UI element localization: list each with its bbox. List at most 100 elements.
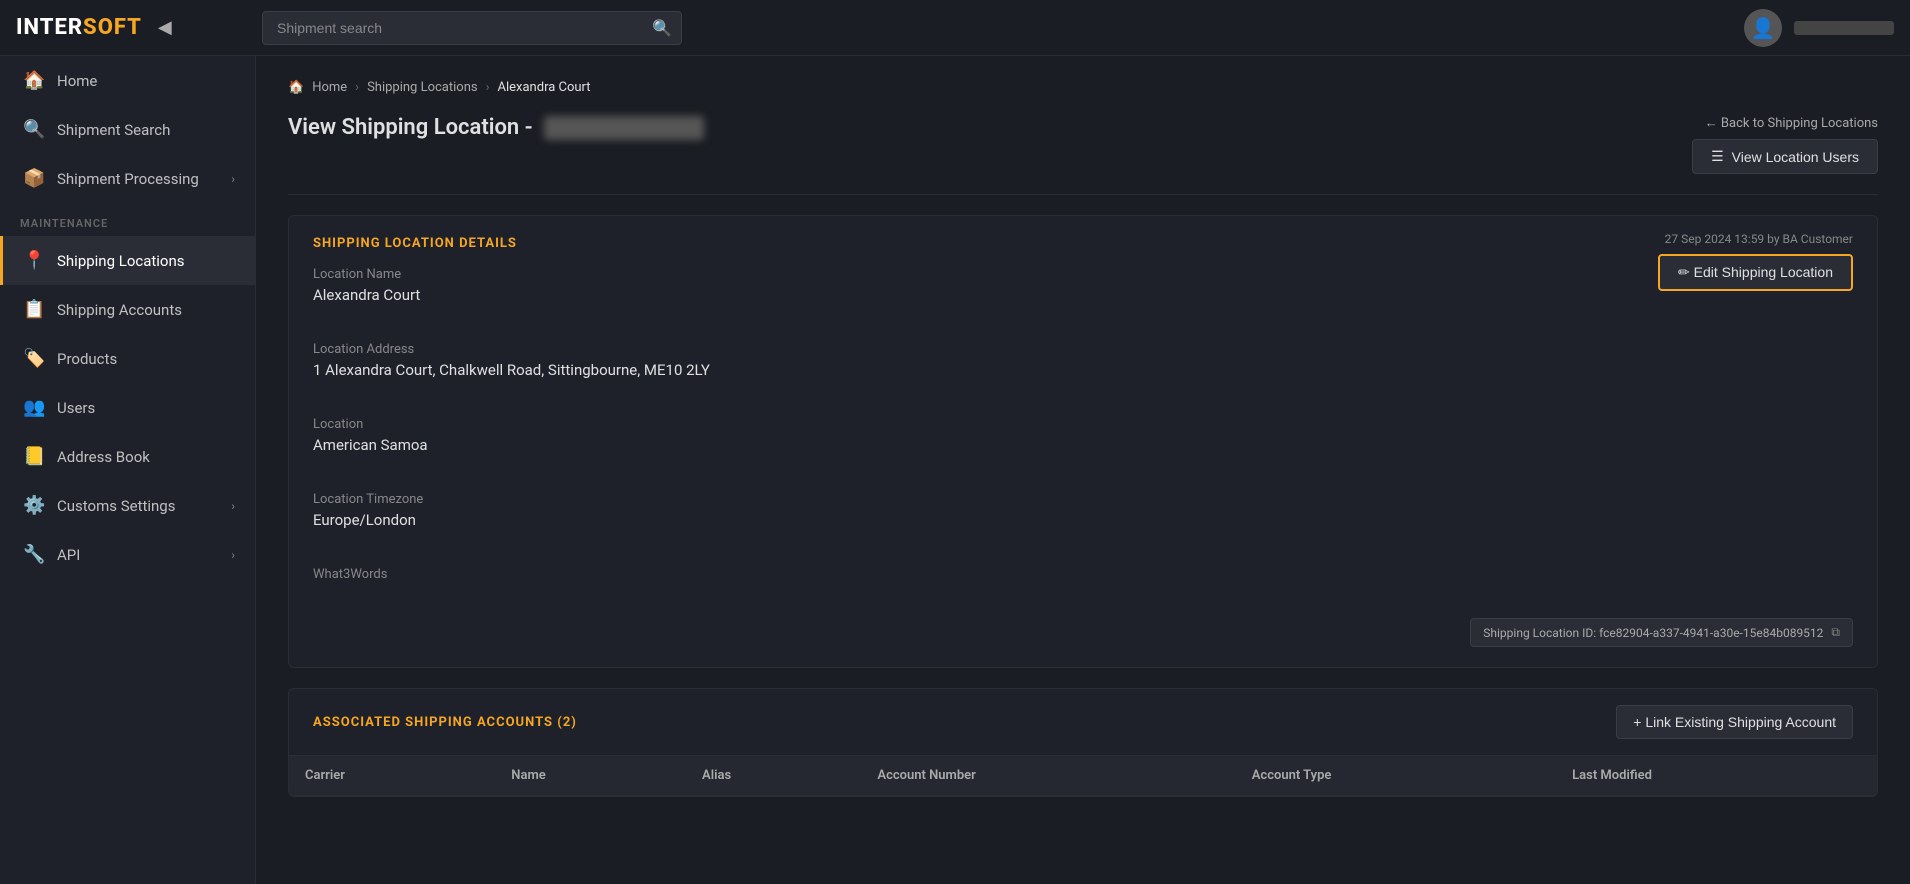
users-icon: 👥 xyxy=(23,397,45,418)
page-title: View Shipping Location - xyxy=(288,115,704,140)
associated-accounts-title: ASSOCIATED SHIPPING ACCOUNTS (2) xyxy=(313,715,577,730)
field-value: Alexandra Court xyxy=(313,286,1853,304)
back-to-shipping-locations-link[interactable]: ← Back to Shipping Locations xyxy=(1705,115,1878,131)
col-account-type: Account Type xyxy=(1236,756,1556,796)
field-location-timezone: Location Timezone Europe/London xyxy=(313,492,1853,529)
search-bar: 🔍 xyxy=(262,11,682,45)
breadcrumb-home-link[interactable]: Home xyxy=(312,80,347,95)
sidebar-item-label: Shipment Processing xyxy=(57,170,199,188)
sidebar-item-api[interactable]: 🔧 API › xyxy=(0,530,255,579)
section-title: SHIPPING LOCATION DETAILS xyxy=(313,236,1853,251)
section-header: ASSOCIATED SHIPPING ACCOUNTS (2) + Link … xyxy=(289,689,1877,756)
accounts-table-wrap: Carrier Name Alias Account Number Accoun… xyxy=(289,756,1877,796)
api-icon: 🔧 xyxy=(23,544,45,565)
breadcrumb-current: Alexandra Court xyxy=(498,80,591,95)
field-location-address: Location Address 1 Alexandra Court, Chal… xyxy=(313,342,1853,379)
chevron-icon: › xyxy=(231,172,235,186)
chevron-icon: › xyxy=(231,548,235,562)
settings-icon: ⚙️ xyxy=(23,495,45,516)
page-header: View Shipping Location - ← Back to Shipp… xyxy=(288,115,1878,174)
field-value: 1 Alexandra Court, Chalkwell Road, Sitti… xyxy=(313,361,1853,379)
field-value: Europe/London xyxy=(313,511,1853,529)
topnav: INTERSOFT ◀ 🔍 👤 xyxy=(0,0,1910,56)
table-header: Carrier Name Alias Account Number Accoun… xyxy=(289,756,1877,796)
field-label: Location Timezone xyxy=(313,492,1853,507)
breadcrumb-shipping-locations-link[interactable]: Shipping Locations xyxy=(367,80,478,95)
sidebar-item-products[interactable]: 🏷️ Products xyxy=(0,334,255,383)
field-location-name: Location Name Alexandra Court xyxy=(313,267,1853,304)
sidebar-item-label: Shipping Locations xyxy=(57,252,185,270)
field-value: American Samoa xyxy=(313,436,1853,454)
logo-text: INTERSOFT xyxy=(16,15,142,40)
chevron-icon: › xyxy=(231,499,235,513)
sidebar-item-users[interactable]: 👥 Users xyxy=(0,383,255,432)
sidebar-item-shipping-accounts[interactable]: 📋 Shipping Accounts xyxy=(0,285,255,334)
breadcrumb: 🏠 Home › Shipping Locations › Alexandra … xyxy=(288,80,1878,95)
field-label: Location Address xyxy=(313,342,1853,357)
logo-inter: INTER xyxy=(16,15,83,40)
breadcrumb-home-icon: 🏠 xyxy=(288,80,304,95)
page-title-redacted xyxy=(544,116,704,140)
copy-id-button[interactable]: ⧉ xyxy=(1831,625,1840,640)
sidebar-item-shipping-locations[interactable]: 📍 Shipping Locations xyxy=(0,236,255,285)
sidebar-item-label: Home xyxy=(57,72,97,90)
main-content: 🏠 Home › Shipping Locations › Alexandra … xyxy=(256,56,1910,884)
sidebar-item-label: Shipment Search xyxy=(57,121,170,139)
timestamp: 27 Sep 2024 13:59 by BA Customer xyxy=(1665,232,1853,246)
section-content-wrap: SHIPPING LOCATION DETAILS 27 Sep 2024 13… xyxy=(289,216,1877,667)
field-label: What3Words xyxy=(313,567,1853,582)
breadcrumb-sep-2: › xyxy=(486,80,490,95)
logo-soft: SOFT xyxy=(83,15,142,40)
sidebar-item-label: Shipping Accounts xyxy=(57,301,182,319)
logo: INTERSOFT ◀ xyxy=(16,15,226,40)
sidebar-item-shipment-processing[interactable]: 📦 Shipment Processing › xyxy=(0,154,255,203)
collapse-sidebar-button[interactable]: ◀ xyxy=(158,17,172,38)
page-header-right: ← Back to Shipping Locations ☰ View Loca… xyxy=(1692,115,1878,174)
divider xyxy=(288,194,1878,195)
edit-shipping-location-button[interactable]: ✏ Edit Shipping Location xyxy=(1658,254,1853,291)
sidebar: 🏠 Home 🔍 Shipment Search 📦 Shipment Proc… xyxy=(0,56,256,884)
search-icon: 🔍 xyxy=(652,18,672,37)
location-id-text: Shipping Location ID: fce82904-a337-4941… xyxy=(1483,626,1823,640)
col-account-number: Account Number xyxy=(861,756,1235,796)
field-label: Location Name xyxy=(313,267,1853,282)
maintenance-section-label: MAINTENANCE xyxy=(0,203,255,236)
link-existing-shipping-account-button[interactable]: + Link Existing Shipping Account xyxy=(1616,705,1853,739)
accounts-icon: 📋 xyxy=(23,299,45,320)
avatar[interactable]: 👤 xyxy=(1744,9,1782,47)
view-location-users-button[interactable]: ☰ View Location Users xyxy=(1692,139,1878,174)
col-name: Name xyxy=(495,756,686,796)
accounts-table: Carrier Name Alias Account Number Accoun… xyxy=(289,756,1877,796)
topnav-right: 👤 xyxy=(1744,9,1894,47)
processing-icon: 📦 xyxy=(23,168,45,189)
location-icon: 📍 xyxy=(23,250,45,271)
sidebar-item-label: Address Book xyxy=(57,448,150,466)
sidebar-item-address-book[interactable]: 📒 Address Book xyxy=(0,432,255,481)
location-id-badge: Shipping Location ID: fce82904-a337-4941… xyxy=(1470,618,1853,647)
col-alias: Alias xyxy=(686,756,861,796)
sidebar-item-label: Users xyxy=(57,399,95,417)
field-location: Location American Samoa xyxy=(313,417,1853,454)
col-carrier: Carrier xyxy=(289,756,495,796)
page-header-left: View Shipping Location - xyxy=(288,115,704,140)
sidebar-item-label: API xyxy=(57,546,80,564)
col-last-modified: Last Modified xyxy=(1556,756,1877,796)
field-what3words: What3Words xyxy=(313,567,1853,586)
associated-shipping-accounts-card: ASSOCIATED SHIPPING ACCOUNTS (2) + Link … xyxy=(288,688,1878,797)
sidebar-item-shipment-search[interactable]: 🔍 Shipment Search xyxy=(0,105,255,154)
search-icon: 🔍 xyxy=(23,119,45,140)
shipping-location-details-card: SHIPPING LOCATION DETAILS 27 Sep 2024 13… xyxy=(288,215,1878,668)
sidebar-item-home[interactable]: 🏠 Home xyxy=(0,56,255,105)
search-input[interactable] xyxy=(262,11,682,45)
field-label: Location xyxy=(313,417,1853,432)
section-top-right: 27 Sep 2024 13:59 by BA Customer ✏ Edit … xyxy=(1658,232,1853,291)
breadcrumb-sep-1: › xyxy=(355,80,359,95)
details-grid: Location Name Alexandra Court Location A… xyxy=(313,267,1853,586)
home-icon: 🏠 xyxy=(23,70,45,91)
layout: 🏠 Home 🔍 Shipment Search 📦 Shipment Proc… xyxy=(0,56,1910,884)
address-book-icon: 📒 xyxy=(23,446,45,467)
sidebar-item-label: Products xyxy=(57,350,117,368)
table-header-row: Carrier Name Alias Account Number Accoun… xyxy=(289,756,1877,796)
user-name-placeholder xyxy=(1794,21,1894,35)
sidebar-item-customs-settings[interactable]: ⚙️ Customs Settings › xyxy=(0,481,255,530)
